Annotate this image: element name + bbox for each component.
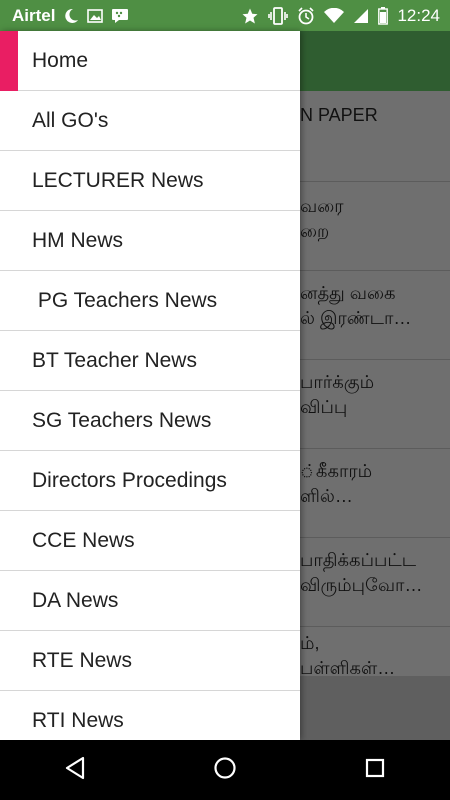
menu-item-label: HM News [32,228,124,252]
alarm-icon [297,6,315,25]
recents-button[interactable] [345,740,405,800]
carrier-name: Airtel [12,5,56,25]
system-navigation-bar [0,740,450,800]
menu-item-sg-teachers-news[interactable]: SG Teachers News [0,391,300,451]
menu-item-home[interactable]: Home [0,31,300,91]
home-button[interactable] [195,740,255,800]
navigation-drawer: Home All GO's LECTURER News HM News PG T… [0,31,300,740]
list-item-line: றை [300,221,330,241]
back-icon [64,756,86,785]
menu-item-bt-teacher-news[interactable]: BT Teacher News [0,331,300,391]
moon-icon [63,8,79,24]
menu-item-label: All GO's [32,108,109,132]
list-item-line: னத்து வகை [300,283,396,303]
menu-item-label: LECTURER News [32,168,204,192]
menu-item-pg-teachers-news[interactable]: PG Teachers News [0,271,300,331]
list-item-line: ம், [300,633,320,653]
battery-icon [378,6,389,25]
list-item-line: ல் இரண்டா… [300,308,412,328]
home-icon [213,756,237,785]
menu-item-rti-news[interactable]: RTI News [0,691,300,740]
bbm-chat-icon [111,8,129,24]
list-item-line: விரும்புவோ… [300,575,423,595]
back-button[interactable] [45,740,105,800]
menu-item-cce-news[interactable]: CCE News [0,511,300,571]
list-item-line: ்கீகாரம் [300,461,373,481]
menu-item-hm-news[interactable]: HM News [0,211,300,271]
list-item-line: ளில்… [300,486,353,506]
menu-item-lecturer-news[interactable]: LECTURER News [0,151,300,211]
list-item-line: விப்பு [300,397,348,417]
menu-item-label: SG Teachers News [32,408,212,432]
menu-item-label: Home [32,48,89,72]
signal-icon [353,8,369,24]
list-item-line: வரை [300,196,344,216]
menu-item-label: DA News [32,588,119,612]
list-item-line: பார்க்கும் [300,372,375,392]
menu-item-label: RTE News [32,648,132,672]
status-bar: Airtel 12:24 [0,0,450,31]
menu-item-label: BT Teacher News [32,348,197,372]
menu-item-rte-news[interactable]: RTE News [0,631,300,691]
recents-icon [365,758,385,783]
image-icon [87,8,104,24]
clock-time: 12:24 [397,5,440,25]
star-icon [241,7,259,25]
menu-item-label: Directors Procedings [32,468,227,492]
list-item-line: N PAPER [300,105,378,125]
menu-item-label: RTI News [32,708,124,732]
menu-item-label: CCE News [32,528,135,552]
menu-item-all-gos[interactable]: All GO's [0,91,300,151]
wifi-icon [324,7,345,24]
list-item-line: பாதிக்கப்பட்ட [300,550,417,570]
menu-item-da-news[interactable]: DA News [0,571,300,631]
menu-item-label: PG Teachers News [32,288,218,312]
menu-item-directors-procedings[interactable]: Directors Procedings [0,451,300,511]
vibrate-icon [268,6,289,25]
